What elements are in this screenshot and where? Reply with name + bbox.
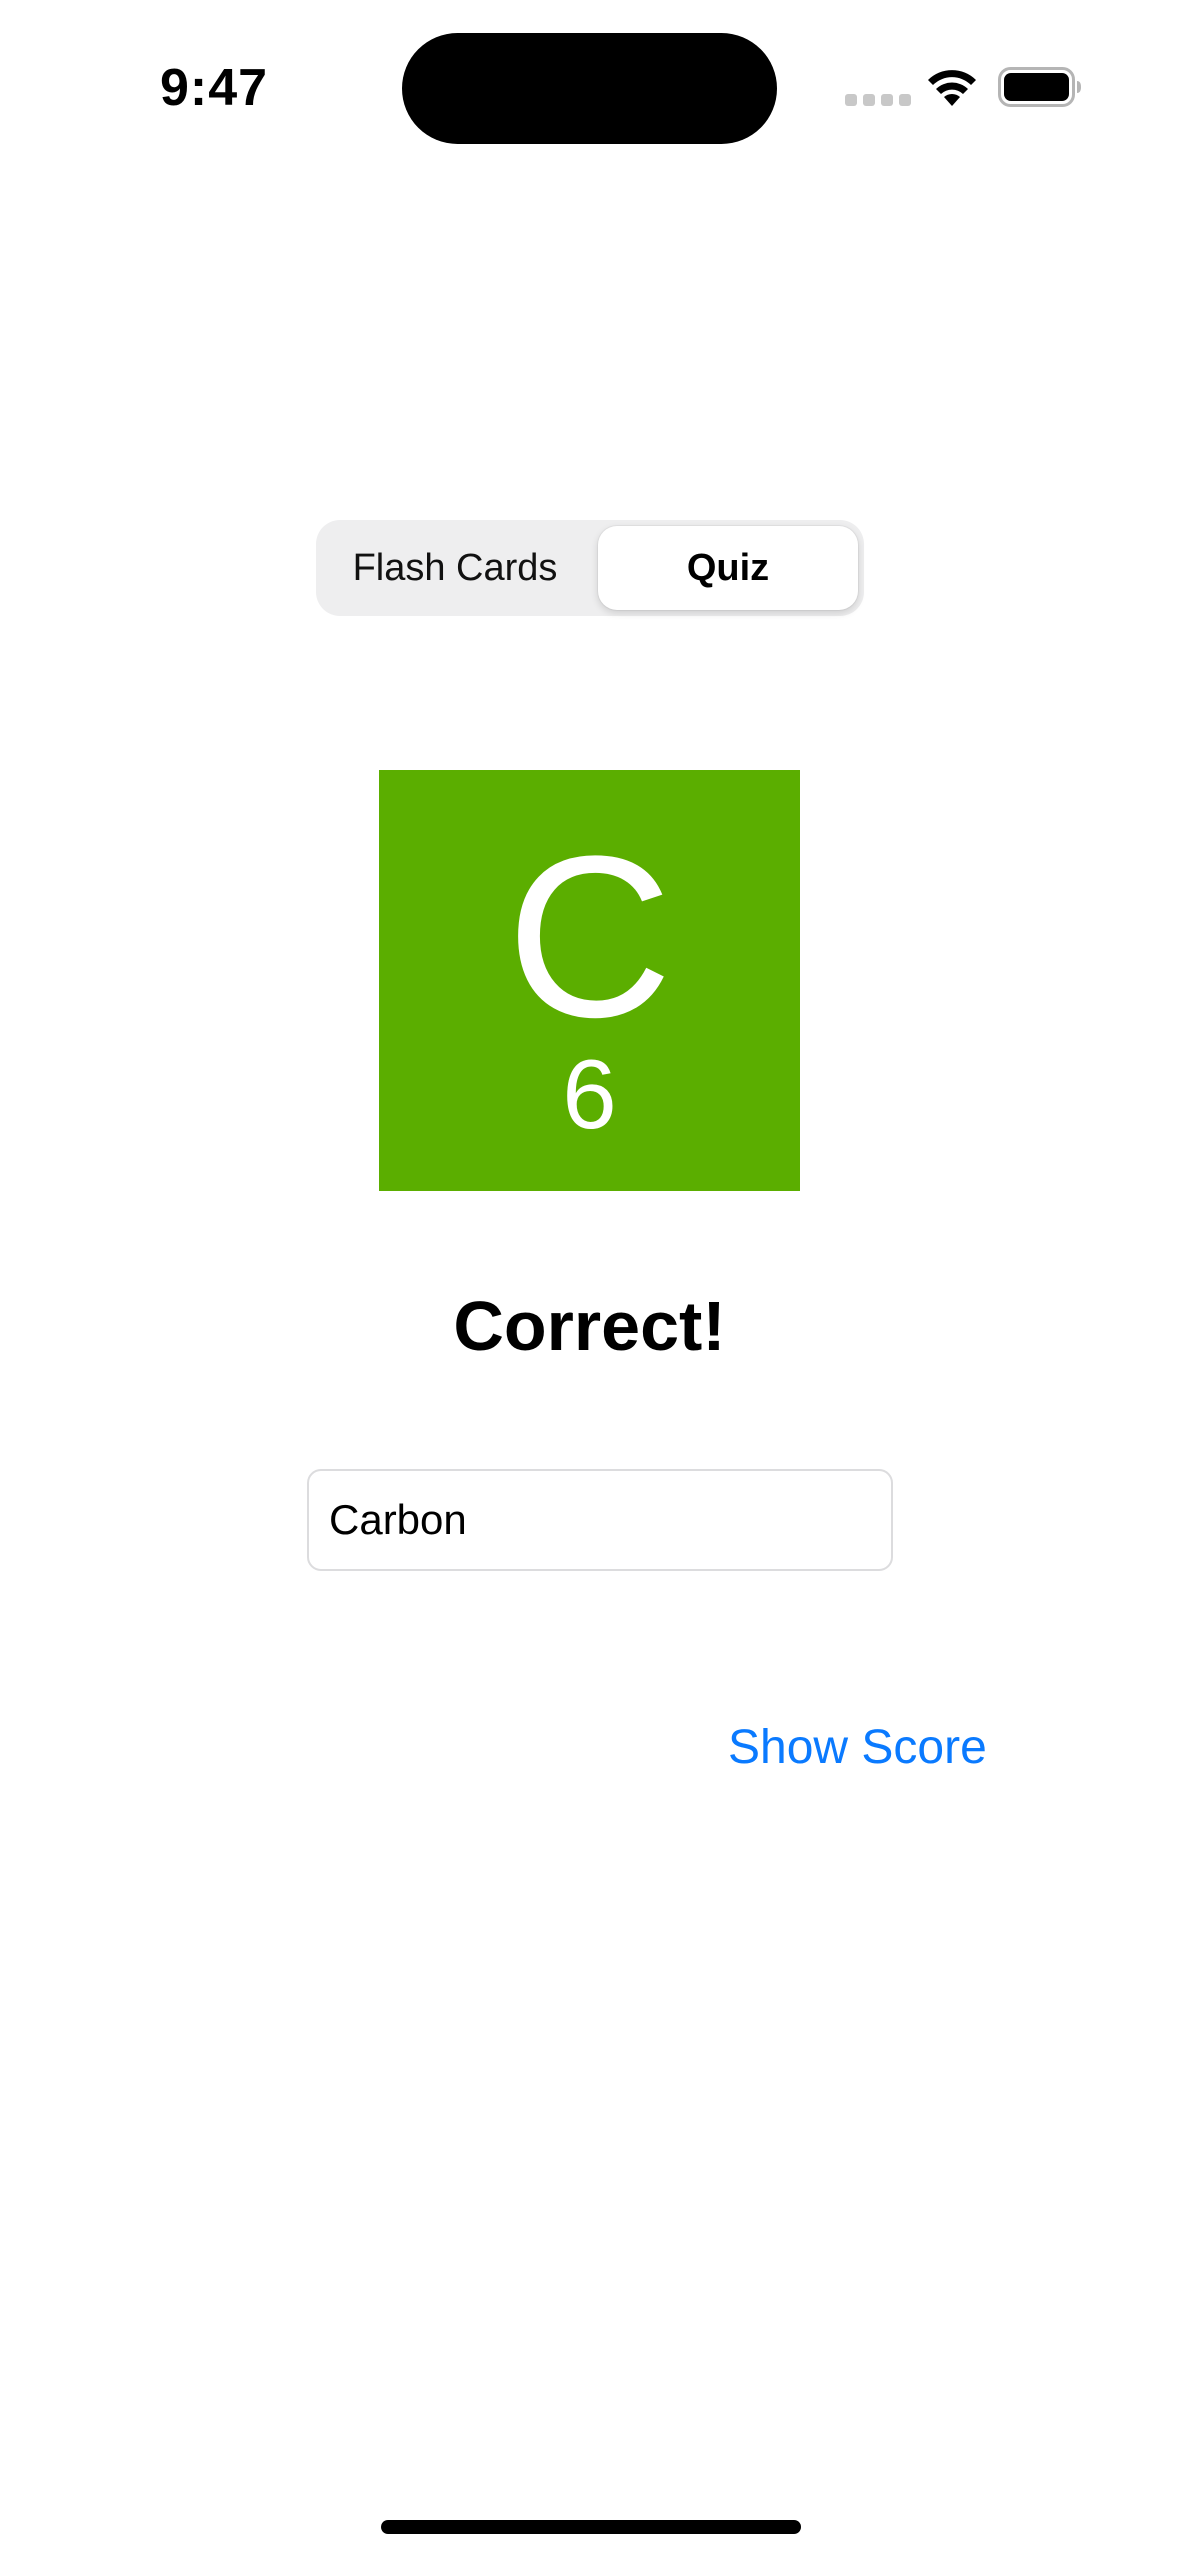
element-symbol: C	[506, 808, 673, 1065]
element-tile: C 6	[379, 770, 800, 1191]
dynamic-island	[402, 33, 777, 144]
battery-icon	[998, 67, 1081, 107]
segment-flash-cards[interactable]: Flash Cards	[322, 526, 588, 610]
show-score-button[interactable]: Show Score	[728, 1720, 987, 1775]
wifi-icon	[928, 70, 976, 106]
status-time: 9:47	[160, 59, 269, 117]
mode-segmented-control: Flash Cards Quiz	[316, 520, 864, 616]
element-atomic-number: 6	[562, 1039, 617, 1149]
result-text: Correct!	[453, 1287, 726, 1365]
cellular-icon	[845, 94, 911, 106]
segment-quiz[interactable]: Quiz	[598, 526, 858, 610]
home-indicator	[381, 2520, 801, 2534]
answer-input[interactable]: Carbon	[307, 1469, 893, 1571]
